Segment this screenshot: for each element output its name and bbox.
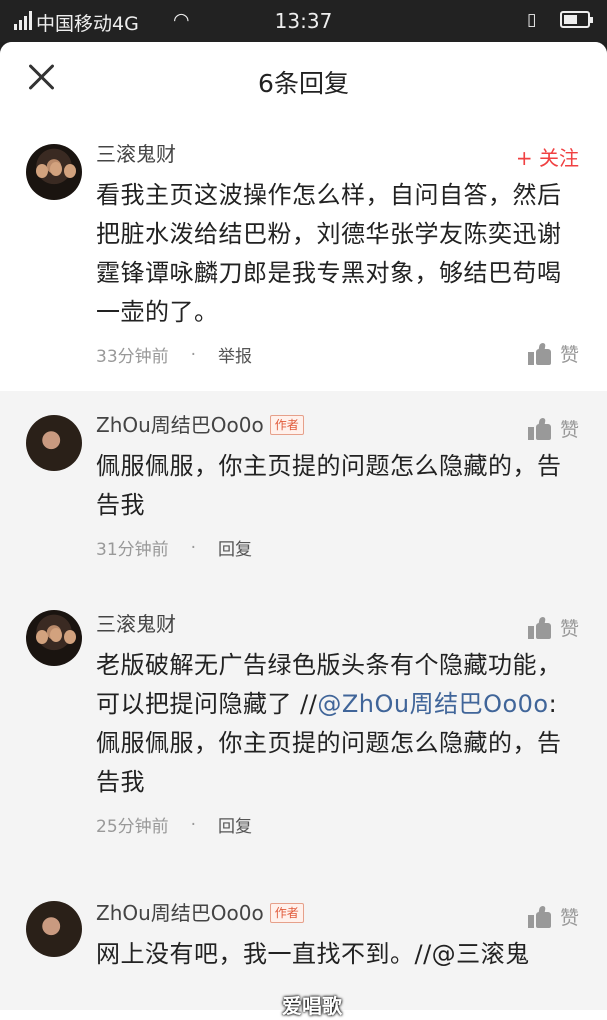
reply-author[interactable]: 三滚鬼财 xyxy=(96,610,579,638)
avatar[interactable] xyxy=(26,901,82,957)
thumbs-up-icon xyxy=(527,616,552,639)
reply-meta: 25分钟前 · 回复 xyxy=(96,812,579,838)
like-button[interactable]: 赞 xyxy=(527,614,579,641)
reply-author[interactable]: ZhOu周结巴Oo0o 作者 xyxy=(96,411,579,439)
like-label: 赞 xyxy=(559,907,579,929)
dot-separator: · xyxy=(190,537,197,558)
thumbs-up-icon xyxy=(527,417,552,440)
reply-item: ZhOu周结巴Oo0o 作者 赞 佩服佩服，你主页提的问题怎么隐藏的，告告我 3… xyxy=(0,391,607,580)
reply-time: 31分钟前 xyxy=(96,540,169,560)
thumbs-up-icon xyxy=(527,905,552,928)
sheet-header: 6条回复 xyxy=(0,42,607,120)
reply-time: 25分钟前 xyxy=(96,817,169,837)
user-mention-link[interactable]: @ZhOu周结巴Oo0o xyxy=(317,690,548,718)
dot-separator: · xyxy=(190,814,197,835)
reply-text: 佩服佩服，你主页提的问题怎么隐藏的，告告我 xyxy=(96,452,562,519)
reply-text: 网上没有吧，我一直找不到。//@三滚鬼 xyxy=(96,940,530,968)
avatar[interactable] xyxy=(26,415,82,471)
status-bar: 中国移动4G ◠ 13:37 ▯ xyxy=(0,0,607,42)
reply-item: 三滚鬼财 赞 老版破解无广告绿色版头条有个隐藏功能，可以把提问隐藏了 //@Zh… xyxy=(0,580,607,857)
reply-button[interactable]: 回复 xyxy=(218,535,252,560)
avatar[interactable] xyxy=(26,610,82,666)
like-label: 赞 xyxy=(559,419,579,441)
comment-time: 33分钟前 xyxy=(96,347,169,367)
reply-text: 老版破解无广告绿色版头条有个隐藏功能，可以把提问隐藏了 //@ZhOu周结巴Oo… xyxy=(96,651,562,796)
author-badge: 作者 xyxy=(269,415,304,435)
like-label: 赞 xyxy=(559,618,579,640)
follow-button[interactable]: + 关注 xyxy=(516,142,579,171)
reply-author[interactable]: ZhOu周结巴Oo0o 作者 xyxy=(96,899,579,927)
reply-button[interactable]: 回复 xyxy=(218,812,252,837)
comment-author[interactable]: 三滚鬼财 xyxy=(96,140,579,168)
battery-icon xyxy=(560,11,593,28)
like-button[interactable]: 赞 xyxy=(527,340,579,367)
replies-sheet: 6条回复 三滚鬼财 + 关注 看我主页这波操作怎么样，自问自答，然后把脏水泼给结… xyxy=(0,42,607,1020)
reply-item: ZhOu周结巴Oo0o 作者 赞 网上没有吧，我一直找不到。//@三滚鬼 xyxy=(0,857,607,994)
comment-meta: 33分钟前 · 举报 xyxy=(96,342,579,368)
dot-separator: · xyxy=(190,344,197,365)
clock: 13:37 xyxy=(274,9,333,33)
like-label: 赞 xyxy=(559,344,579,366)
main-comment: 三滚鬼财 + 关注 看我主页这波操作怎么样，自问自答，然后把脏水泼给结巴粉，刘德… xyxy=(0,120,607,391)
author-badge: 作者 xyxy=(269,903,304,923)
avatar[interactable] xyxy=(26,144,82,200)
vibrate-icon: ▯ xyxy=(527,10,537,30)
reply-meta: 31分钟前 · 回复 xyxy=(96,535,579,561)
report-button[interactable]: 举报 xyxy=(218,342,252,367)
page-title: 6条回复 xyxy=(258,69,349,98)
thumbs-up-icon xyxy=(527,342,552,365)
like-button[interactable]: 赞 xyxy=(527,415,579,442)
comment-text: 看我主页这波操作怎么样，自问自答，然后把脏水泼给结巴粉，刘德华张学友陈奕迅谢霆锋… xyxy=(96,181,562,326)
watermark: 爱唱歌 xyxy=(282,994,342,1018)
like-button[interactable]: 赞 xyxy=(527,903,579,930)
